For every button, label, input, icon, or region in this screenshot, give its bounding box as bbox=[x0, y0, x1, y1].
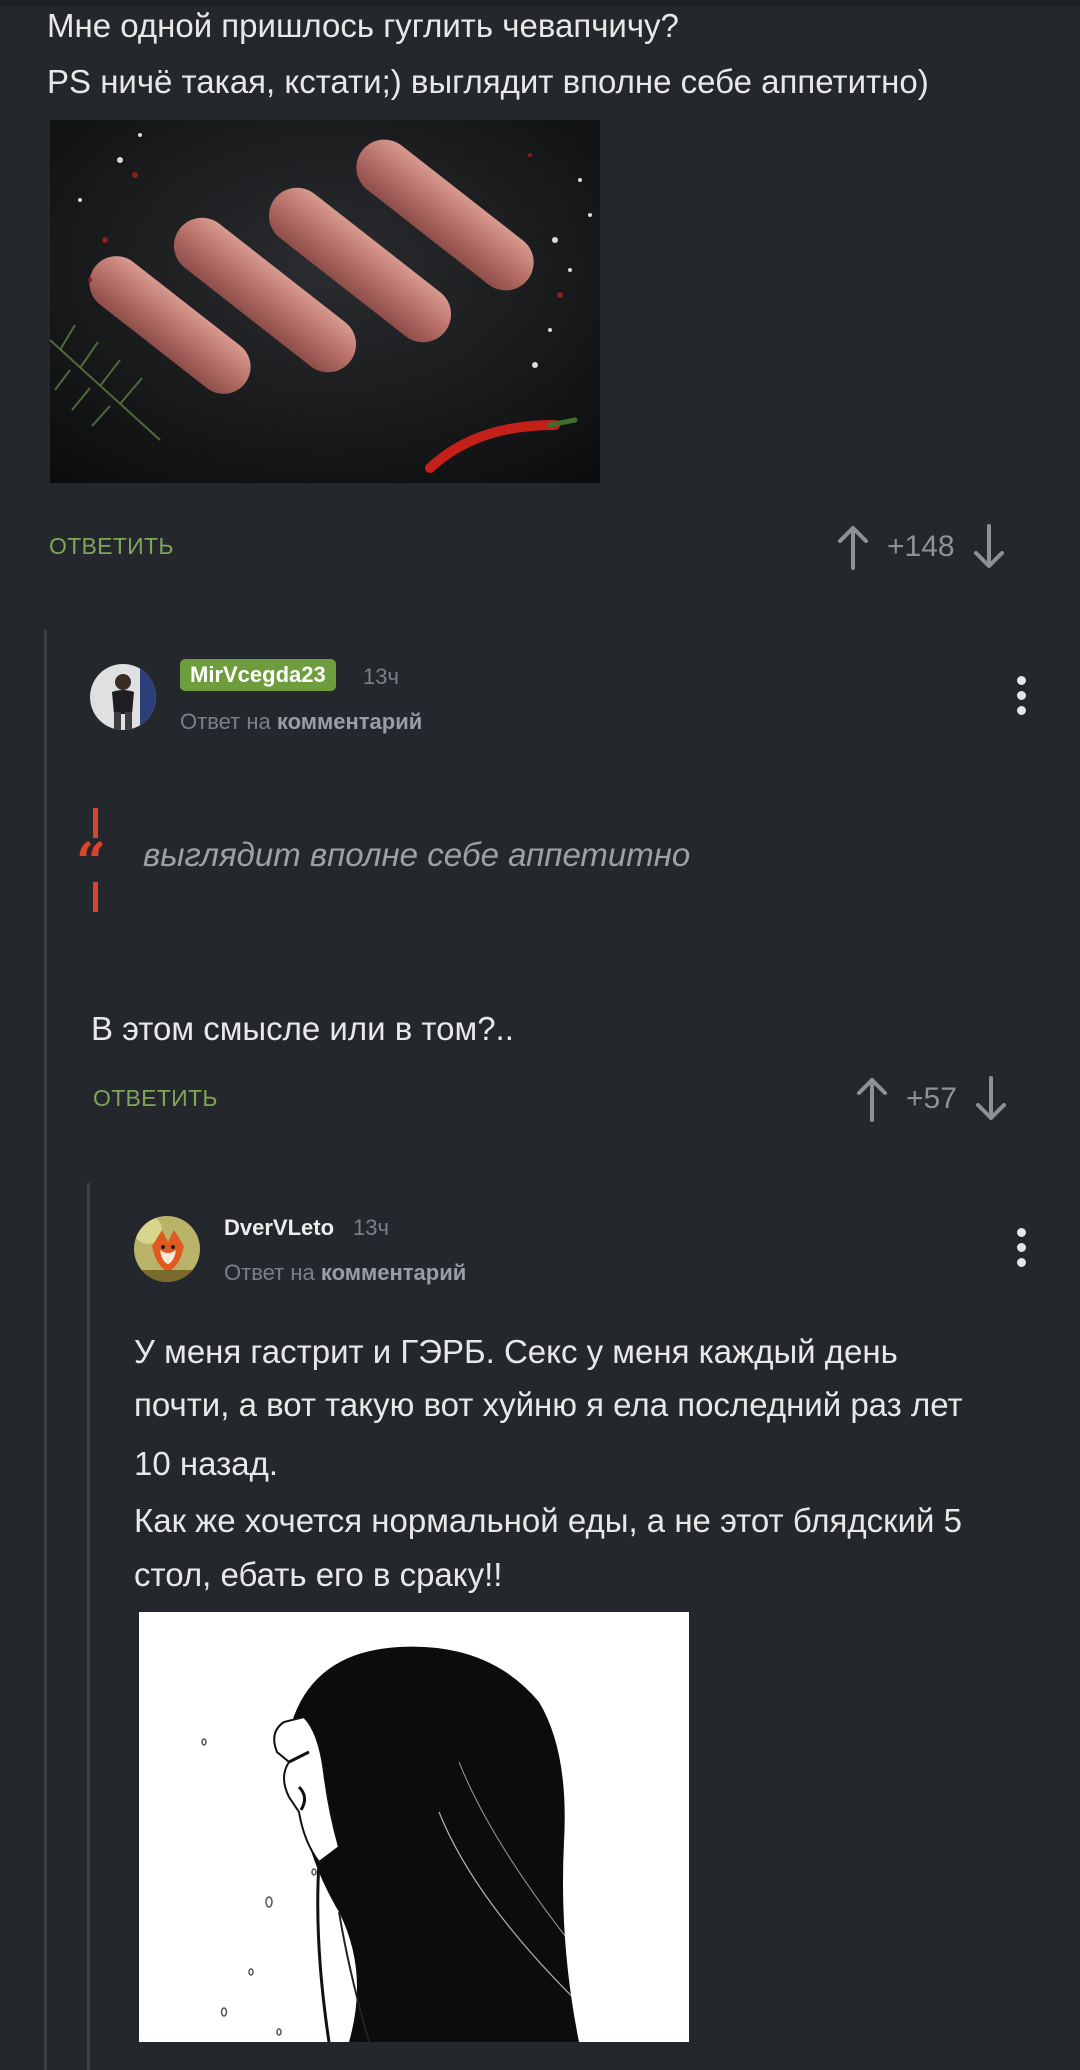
cevapcici-photo[interactable] bbox=[50, 120, 600, 483]
username-badge[interactable]: MirVcegda23 bbox=[180, 659, 336, 691]
comment-text-line: почти, а вот такую вот хуйню я ела после… bbox=[134, 1386, 963, 1423]
arrow-up-icon bbox=[838, 526, 868, 570]
comment-text-line: PS ничё такая, кстати;) выглядит вполне … bbox=[47, 63, 929, 100]
arrow-down-icon bbox=[975, 1076, 1006, 1120]
more-vertical-icon[interactable] bbox=[1011, 1222, 1031, 1272]
score-value: +148 bbox=[887, 530, 955, 563]
parent-comment-link[interactable]: комментарий bbox=[321, 1260, 466, 1285]
username[interactable]: DverVLeto bbox=[224, 1215, 334, 1241]
upvote-button[interactable] bbox=[833, 522, 873, 572]
downvote-button[interactable] bbox=[971, 1074, 1011, 1124]
arrow-down-icon bbox=[973, 524, 1004, 568]
comment-time: 13ч bbox=[363, 664, 399, 689]
crying-girl-manga-image[interactable] bbox=[139, 1612, 689, 2042]
downvote-button[interactable] bbox=[969, 522, 1009, 572]
comment-text-line: Как же хочется нормальной еды, а не этот… bbox=[134, 1502, 962, 1539]
parent-comment-link[interactable]: комментарий bbox=[277, 709, 422, 734]
avatar[interactable] bbox=[134, 1216, 200, 1282]
comment-text-line: У меня гастрит и ГЭРБ. Секс у меня кажды… bbox=[134, 1333, 898, 1370]
reply-to-label: Ответ на комментарий bbox=[224, 1260, 466, 1286]
vote-block: +148 bbox=[833, 522, 1009, 572]
upvote-button[interactable] bbox=[852, 1074, 892, 1124]
reply-to-prefix: Ответ на bbox=[224, 1260, 315, 1285]
thread-line[interactable] bbox=[87, 1183, 90, 2070]
score-value: +57 bbox=[906, 1082, 957, 1115]
reply-button[interactable]: ОТВЕТИТЬ bbox=[49, 533, 174, 560]
thread-line[interactable] bbox=[44, 630, 47, 2070]
comment-text-line: 10 назад. bbox=[134, 1445, 278, 1482]
more-vertical-icon[interactable] bbox=[1011, 670, 1031, 720]
avatar[interactable] bbox=[90, 664, 156, 730]
comment-body: В этом смысле или в том?.. bbox=[91, 1010, 514, 1047]
vote-block: +57 bbox=[852, 1074, 1011, 1124]
quote-bar-bottom bbox=[93, 882, 98, 912]
reply-button[interactable]: ОТВЕТИТЬ bbox=[93, 1085, 218, 1112]
reply-to-label: Ответ на комментарий bbox=[180, 709, 422, 735]
comment-text-line: Мне одной пришлось гуглить чевапчичу? bbox=[47, 7, 679, 44]
reply-to-prefix: Ответ на bbox=[180, 709, 271, 734]
quote-icon: “ bbox=[76, 832, 106, 893]
arrow-up-icon bbox=[857, 1078, 887, 1122]
quoted-text: выглядит вполне себе аппетитно bbox=[143, 836, 691, 873]
comment-time: 13ч bbox=[353, 1215, 389, 1240]
comment-text-line: стол, ебать его в сраку!! bbox=[134, 1556, 503, 1593]
